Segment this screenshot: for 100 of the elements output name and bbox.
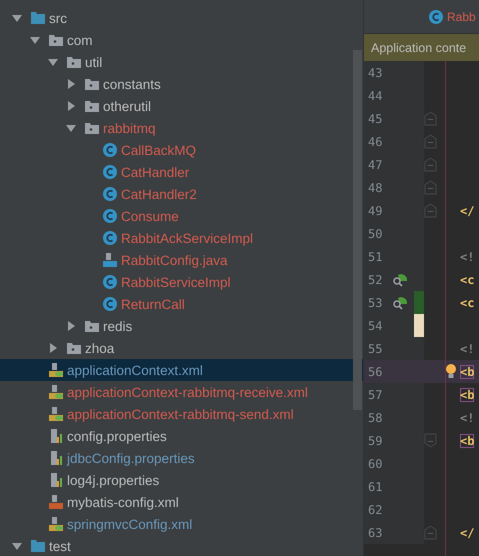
code-text: <b [460,388,474,402]
tree-item[interactable]: applicationContext-rabbitmq-receive.xml [0,381,363,403]
tree-item[interactable]: RabbitServiceImpl [0,271,363,293]
tree-item-label: RabbitServiceImpl [121,274,231,290]
folder-icon [30,10,46,26]
collapse-arrow-icon[interactable] [30,35,40,45]
fold-marker-icon[interactable] [424,203,437,218]
collapse-arrow-icon[interactable] [66,123,76,133]
tree-item[interactable]: RabbitConfig.java [0,249,363,271]
line-number: 46 [367,134,384,148]
folder-icon [30,538,46,554]
properties-file-icon [48,450,64,466]
line-number: 43 [367,66,384,80]
tree-item[interactable]: redis [0,315,363,337]
fold-marker-icon[interactable] [424,111,437,126]
code-text: <b [460,434,474,448]
tree-item[interactable]: util [0,51,363,73]
spring-xml-icon [48,362,64,378]
tree-item-label: RabbitAckServiceImpl [121,230,254,246]
properties-file-icon [48,472,64,488]
line-number: 51 [367,250,384,264]
change-marker[interactable] [414,314,424,337]
code-text: <! [460,410,474,424]
line-number: 59 [367,434,384,448]
scrollbar-thumb[interactable] [353,50,362,410]
line-number: 60 [367,456,384,470]
class-icon [102,164,118,180]
package-icon [84,76,100,92]
tree-item[interactable]: applicationContext.xml [0,359,363,381]
line-number: 47 [367,158,384,172]
bean-icon[interactable] [392,272,408,288]
tree-item-label: util [85,54,102,70]
change-marker[interactable] [414,291,424,314]
tree-item[interactable]: Consume [0,205,363,227]
fold-marker-icon[interactable] [424,134,437,149]
line-number: 61 [367,480,384,494]
lightbulb-icon[interactable] [445,363,457,379]
java-file-icon [102,252,118,268]
tree-item[interactable]: jdbcConfig.properties [0,447,363,469]
tree-item[interactable]: mybatis-config.xml [0,491,363,513]
tree-item[interactable]: src [0,7,363,29]
class-icon [428,9,444,25]
tree-item[interactable]: applicationContext-rabbitmq-send.xml [0,403,363,425]
expand-arrow-icon[interactable] [48,343,58,353]
class-icon [102,208,118,224]
tree-item[interactable]: com [0,29,363,51]
tree-item[interactable]: rabbitmq [0,117,363,139]
line-number: 62 [367,502,384,516]
package-icon [48,32,64,48]
class-icon [102,230,118,246]
line-number: 55 [367,342,384,356]
tree-item[interactable]: springmvcConfig.xml [0,513,363,535]
collapse-arrow-icon[interactable] [48,57,58,67]
fold-marker-icon[interactable] [424,180,437,195]
tree-item[interactable]: constants [0,73,363,95]
code-text: <c [460,296,474,310]
tree-item-label: applicationContext.xml [67,362,203,378]
line-number: 56 [367,364,384,378]
tree-item-label: com [67,32,93,48]
tree-item[interactable]: config.properties [0,425,363,447]
tree-item[interactable]: test [0,535,363,556]
collapse-arrow-icon[interactable] [12,541,22,551]
class-icon [102,296,118,312]
tree-item[interactable]: CallBackMQ [0,139,363,161]
expand-arrow-icon[interactable] [66,101,76,111]
fold-marker-icon[interactable] [424,157,437,172]
xml-file-icon [48,494,64,510]
class-icon [102,274,118,290]
expand-arrow-icon[interactable] [66,321,76,331]
tree-item-label: config.properties [67,428,167,444]
tree-item-label: CatHandler2 [121,186,197,202]
tree-item[interactable]: zhoa [0,337,363,359]
fold-marker-icon[interactable] [424,525,437,540]
line-number: 57 [367,388,384,402]
tree-item[interactable]: RabbitAckServiceImpl [0,227,363,249]
code-text: <b [460,364,474,378]
tree-item[interactable]: CatHandler2 [0,183,363,205]
package-icon [66,54,82,70]
expand-arrow-icon[interactable] [66,79,76,89]
bean-icon[interactable] [392,294,408,310]
line-number: 50 [367,226,384,240]
collapse-arrow-icon[interactable] [12,13,22,23]
package-icon [84,318,100,334]
line-number: 53 [367,296,384,310]
tree-item[interactable]: log4j.properties [0,469,363,491]
tree-item-label: rabbitmq [103,120,156,136]
spring-xml-icon [48,516,64,532]
tree-item-label: constants [103,76,161,92]
tree-item-label: ReturnCall [121,296,185,312]
tree-item-label: jdbcConfig.properties [67,450,195,466]
tree-item[interactable]: otherutil [0,95,363,117]
spring-xml-icon [48,384,64,400]
tree-item-label: src [49,10,67,26]
tree-item[interactable]: CatHandler [0,161,363,183]
tree-item-label: applicationContext-rabbitmq-send.xml [67,406,294,422]
package-icon [84,98,100,114]
spring-xml-icon [48,406,64,422]
fold-marker-icon[interactable] [424,433,437,448]
tree-item[interactable]: ReturnCall [0,293,363,315]
tree-item-label: Consume [121,208,179,224]
